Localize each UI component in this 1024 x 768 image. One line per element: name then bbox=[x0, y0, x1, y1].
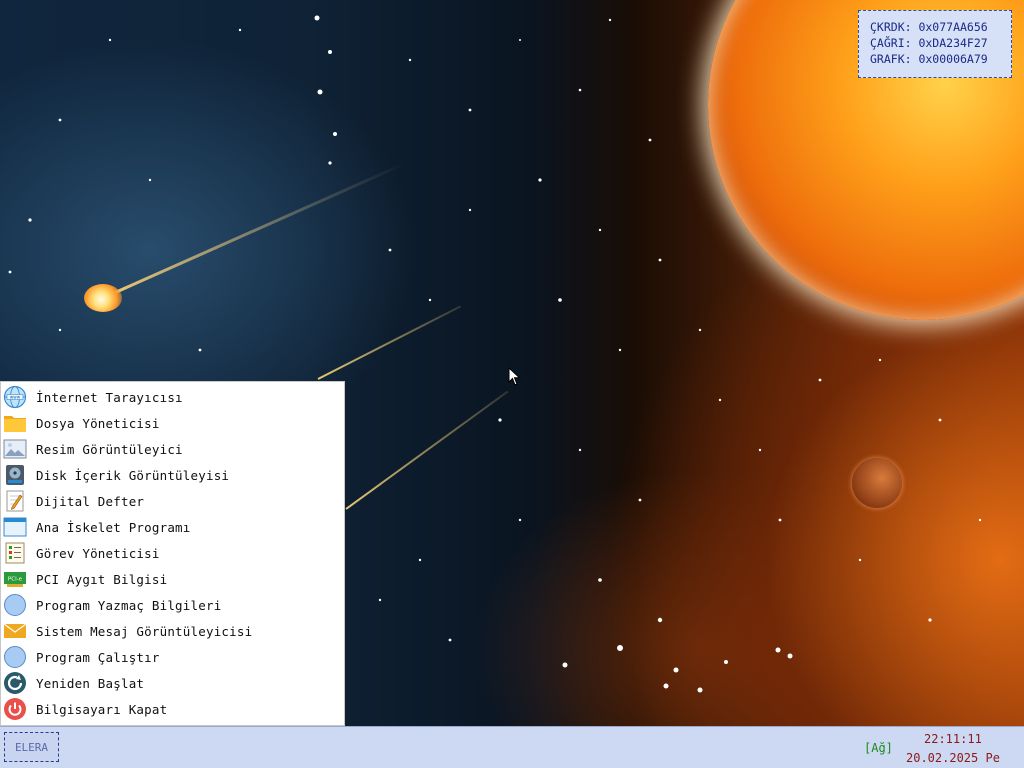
globe-www-icon: www bbox=[3, 385, 27, 409]
small-moon bbox=[852, 458, 902, 508]
menu-item-digital-notebook[interactable]: Dijital Defter bbox=[3, 488, 343, 514]
menu-item-label: PCI Aygıt Bilgisi bbox=[36, 571, 168, 587]
taskbar: ELERA [Ağ] 22:11:11 20.02.2025 Pe bbox=[0, 726, 1024, 768]
menu-item-label: Görev Yöneticisi bbox=[36, 545, 160, 561]
menu-item-label: Bilgisayarı Kapat bbox=[36, 701, 168, 717]
disk-icon bbox=[3, 463, 27, 487]
menu-item-label: Disk İçerik Görüntüleyisi bbox=[36, 467, 230, 483]
pci-card-icon: PCI-e bbox=[3, 567, 27, 591]
svg-text:PCI-e: PCI-e bbox=[8, 577, 23, 583]
folder-icon bbox=[3, 411, 27, 435]
window-icon bbox=[3, 515, 27, 539]
notepad-icon bbox=[3, 489, 27, 513]
menu-item-disk-viewer[interactable]: Disk İçerik Görüntüleyisi bbox=[3, 462, 343, 488]
task-list-icon bbox=[3, 541, 27, 565]
menu-item-task-manager[interactable]: Görev Yöneticisi bbox=[3, 540, 343, 566]
menu-item-label: Dijital Defter bbox=[36, 493, 145, 509]
svg-text:www: www bbox=[10, 395, 21, 400]
menu-item-label: Yeniden Başlat bbox=[36, 675, 145, 691]
mouse-pointer-icon bbox=[508, 367, 521, 386]
call-register: ÇAĞRI: 0xDA234F27 bbox=[870, 36, 988, 50]
clock-date: 20.02.2025 Pe bbox=[906, 751, 1000, 765]
menu-item-label: İnternet Tarayıcısı bbox=[36, 389, 183, 405]
start-menu: www İnternet Tarayıcısı Dosya Yöneticisi… bbox=[0, 381, 345, 726]
menu-item-label: Sistem Mesaj Görüntüleyicisi bbox=[36, 623, 253, 639]
menu-item-internet-browser[interactable]: www İnternet Tarayıcısı bbox=[3, 384, 343, 410]
clock-time: 22:11:11 bbox=[924, 732, 982, 746]
menu-item-pci-info[interactable]: PCI-e PCI Aygıt Bilgisi bbox=[3, 566, 343, 592]
menu-item-label: Ana İskelet Programı bbox=[36, 519, 191, 535]
menu-item-program-registers[interactable]: Program Yazmaç Bilgileri bbox=[3, 592, 343, 618]
menu-item-label: Dosya Yöneticisi bbox=[36, 415, 160, 431]
menu-item-shutdown[interactable]: Bilgisayarı Kapat bbox=[3, 696, 343, 722]
network-status[interactable]: [Ağ] bbox=[864, 741, 893, 755]
comet bbox=[84, 284, 122, 312]
circle-app-icon bbox=[3, 593, 27, 617]
menu-item-label: Program Yazmaç Bilgileri bbox=[36, 597, 222, 613]
menu-item-system-messages[interactable]: Sistem Mesaj Görüntüleyicisi bbox=[3, 618, 343, 644]
graphics-register: GRAFK: 0x00006A79 bbox=[870, 52, 988, 66]
menu-item-image-viewer[interactable]: Resim Görüntüleyici bbox=[3, 436, 343, 462]
power-icon bbox=[3, 697, 27, 721]
register-info-box: ÇKRDK: 0x077AA656 ÇAĞRI: 0xDA234F27 GRAF… bbox=[858, 10, 1012, 78]
menu-item-run-program[interactable]: Program Çalıştır bbox=[3, 644, 343, 670]
start-button[interactable]: ELERA bbox=[4, 732, 59, 762]
menu-item-file-manager[interactable]: Dosya Yöneticisi bbox=[3, 410, 343, 436]
restart-icon bbox=[3, 671, 27, 695]
menu-item-label: Program Çalıştır bbox=[36, 649, 160, 665]
circle-app-icon bbox=[3, 645, 27, 669]
envelope-icon bbox=[3, 619, 27, 643]
image-viewer-icon bbox=[3, 437, 27, 461]
menu-item-label: Resim Görüntüleyici bbox=[36, 441, 183, 457]
menu-item-restart[interactable]: Yeniden Başlat bbox=[3, 670, 343, 696]
menu-item-skeleton-program[interactable]: Ana İskelet Programı bbox=[3, 514, 343, 540]
kernel-register: ÇKRDK: 0x077AA656 bbox=[870, 20, 988, 34]
